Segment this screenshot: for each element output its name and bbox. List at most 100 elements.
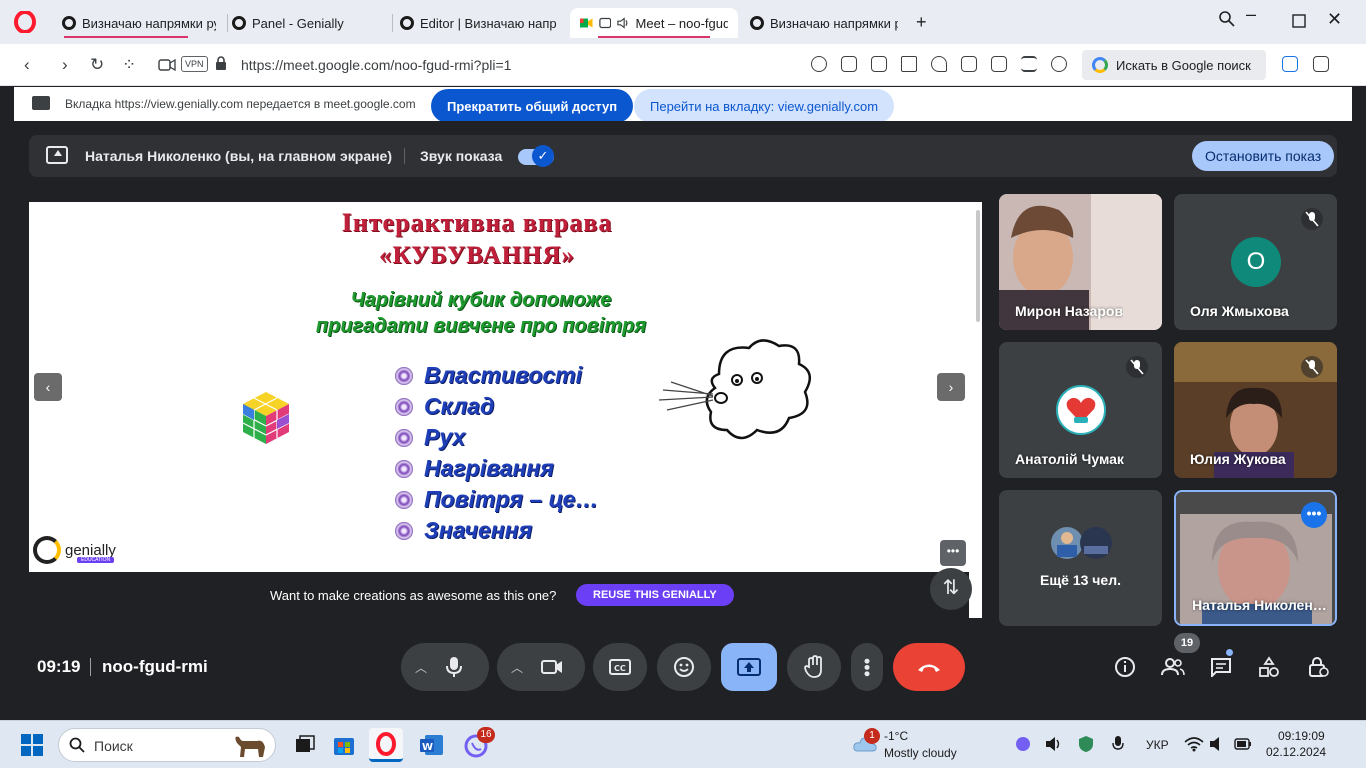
heart-icon <box>1066 397 1096 423</box>
meeting-info-icon[interactable] <box>1113 655 1137 679</box>
list-item[interactable]: Нагрівання <box>395 453 598 484</box>
settings-sliders-icon[interactable] <box>1021 56 1037 72</box>
mic-off-icon <box>1126 356 1148 378</box>
minimize-icon[interactable]: – <box>1246 4 1256 25</box>
store-app-icon[interactable] <box>327 728 361 762</box>
weather-description[interactable]: Mostly cloudy <box>884 746 957 760</box>
emoji-icon[interactable] <box>811 56 827 72</box>
taskbar-search[interactable]: Поиск <box>58 728 276 762</box>
url-field[interactable]: https://meet.google.com/noo-fgud-rmi?pli… <box>241 57 511 73</box>
emoji-reactions-button[interactable] <box>657 643 711 691</box>
edit-icon[interactable] <box>841 56 857 72</box>
heart-icon[interactable] <box>931 56 947 72</box>
lock-icon[interactable] <box>215 56 227 70</box>
reload-icon[interactable]: ↻ <box>90 55 104 75</box>
list-item[interactable]: Рух <box>395 422 598 453</box>
task-view-icon[interactable] <box>288 728 322 762</box>
mic-options-chevron-icon[interactable]: ︿ <box>415 659 427 676</box>
hang-up-icon <box>918 664 940 672</box>
mic-icon[interactable] <box>445 656 463 678</box>
swap-layout-icon[interactable]: ⇅ <box>930 568 972 610</box>
present-screen-button[interactable] <box>721 643 777 691</box>
keyboard-language[interactable]: УКР <box>1146 738 1169 752</box>
forward-icon[interactable]: › <box>62 55 68 75</box>
tab-vyznachayu-1[interactable]: Визначаю напрямки рух <box>52 8 226 38</box>
spiral-bullet-icon <box>395 459 413 478</box>
genially-logo[interactable]: genially EDUCATION <box>33 536 116 564</box>
sidebar-icon[interactable] <box>1282 56 1298 72</box>
microphone-tray-icon[interactable] <box>1111 735 1125 753</box>
speaker-tray-icon[interactable] <box>1209 736 1227 752</box>
maximize-icon[interactable] <box>1292 14 1306 28</box>
new-tab-icon[interactable]: + <box>916 12 927 33</box>
play-icon[interactable] <box>901 56 917 72</box>
participant-tile-self[interactable]: ••• Наталья Николен… <box>1174 490 1337 626</box>
system-time[interactable]: 09:19:09 <box>1278 729 1325 743</box>
rubiks-cube-image[interactable] <box>241 390 291 446</box>
word-app-icon[interactable]: W <box>415 728 449 762</box>
tab-playing-indicator <box>64 36 188 38</box>
tab-panel-genially[interactable]: Panel - Genially <box>222 8 390 38</box>
tab-meet[interactable]: Meet – noo-fgud-r <box>570 8 738 38</box>
picture-in-picture-icon[interactable] <box>598 16 612 30</box>
raise-hand-button[interactable] <box>787 643 841 691</box>
stop-presenting-button[interactable]: Остановить показ <box>1192 141 1335 171</box>
stop-sharing-button[interactable]: Прекратить общий доступ <box>431 89 634 123</box>
genially-favicon-icon <box>750 16 764 30</box>
search-tabs-icon[interactable] <box>1218 10 1236 28</box>
list-item[interactable]: Повітря – це… <box>395 484 598 515</box>
slide-more-options-icon[interactable]: ••• <box>940 540 966 566</box>
emoji-icon <box>674 657 694 677</box>
vpn-badge[interactable]: VPN <box>181 56 208 72</box>
participant-tile[interactable]: O Оля Жмыхова <box>1174 194 1337 330</box>
captions-button[interactable]: CC <box>593 643 647 691</box>
download-icon[interactable] <box>961 56 977 72</box>
activities-icon[interactable] <box>1257 655 1281 679</box>
opera-app-icon[interactable] <box>369 728 403 762</box>
viber-tray-icon[interactable] <box>1014 735 1032 753</box>
tag-icon[interactable] <box>991 56 1007 72</box>
go-to-tab-button[interactable]: Перейти на вкладку: view.genially.com <box>634 89 895 123</box>
extensions-icon[interactable] <box>1313 56 1329 72</box>
google-search-field[interactable]: Искать в Google поиск <box>1082 50 1266 80</box>
speed-dial-icon[interactable]: ⁘ <box>122 55 136 75</box>
tab-editor[interactable]: Editor | Визначаю напрям <box>390 8 566 38</box>
present-screen-icon <box>737 658 761 676</box>
participant-options-icon[interactable]: ••• <box>1301 502 1327 528</box>
reuse-genially-button[interactable]: REUSE THIS GENIALLY <box>576 584 734 606</box>
weather-temperature[interactable]: -1°C <box>884 729 908 743</box>
chat-icon[interactable] <box>1209 655 1233 679</box>
participant-tile[interactable]: Мирон Назаров <box>999 194 1162 330</box>
slide-scrollbar[interactable] <box>976 210 980 322</box>
leave-call-button[interactable] <box>893 643 965 691</box>
profile-icon[interactable] <box>1051 56 1067 72</box>
participant-tile[interactable]: Юлия Жукова <box>1174 342 1337 478</box>
security-shield-icon[interactable] <box>1077 735 1095 753</box>
camera-icon[interactable] <box>541 659 563 675</box>
more-participants-tile[interactable]: Ещё 13 чел. <box>999 490 1162 626</box>
people-icon[interactable] <box>1161 655 1185 679</box>
list-item[interactable]: Склад <box>395 391 598 422</box>
list-item[interactable]: Значення <box>395 515 598 546</box>
close-window-icon[interactable]: ✕ <box>1327 9 1342 30</box>
camera-options-chevron-icon[interactable]: ︿ <box>511 659 523 676</box>
video-popout-icon[interactable] <box>158 58 176 72</box>
opera-logo-icon[interactable] <box>14 11 36 33</box>
participant-tile[interactable]: Анатолій Чумак <box>999 342 1162 478</box>
back-icon[interactable]: ‹ <box>24 55 30 75</box>
slide-next-button[interactable]: › <box>937 373 965 401</box>
wifi-icon[interactable] <box>1184 736 1204 752</box>
battery-icon[interactable] <box>1234 738 1252 750</box>
volume-icon[interactable] <box>1045 736 1063 752</box>
list-item[interactable]: Властивості <box>395 360 598 391</box>
blowing-cloud-image[interactable] <box>649 334 819 449</box>
more-options-button[interactable]: ••• <box>851 643 883 691</box>
camera-icon[interactable] <box>871 56 887 72</box>
windows-start-icon[interactable] <box>21 734 43 756</box>
slide-prev-button[interactable]: ‹ <box>34 373 62 401</box>
host-controls-icon[interactable] <box>1306 655 1330 679</box>
checkmark-icon[interactable]: ✓ <box>532 145 554 167</box>
system-date[interactable]: 02.12.2024 <box>1266 745 1326 759</box>
tab-vyznachayu-2[interactable]: Визначаю напрямки рух <box>740 8 908 38</box>
speaker-icon[interactable] <box>617 16 630 30</box>
